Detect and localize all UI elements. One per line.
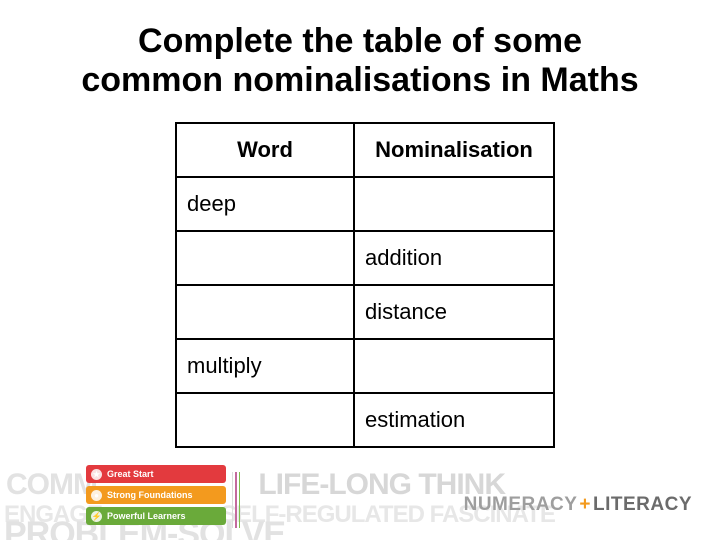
pill-strong-foundations: ● Strong Foundations — [86, 486, 226, 504]
brand-right: LITERACY — [593, 494, 692, 515]
cell-word — [176, 285, 354, 339]
table-row: addition — [176, 231, 554, 285]
cell-nom: distance — [354, 285, 554, 339]
header-word: Word — [176, 123, 354, 177]
header-nominalisation: Nominalisation — [354, 123, 554, 177]
cell-word — [176, 393, 354, 447]
cell-nom: estimation — [354, 393, 554, 447]
plus-icon: + — [577, 494, 593, 515]
vertical-bars-icon — [232, 472, 242, 528]
pill-great-start: ★ Great Start — [86, 465, 226, 483]
pill-label: Great Start — [107, 469, 154, 479]
cell-word: deep — [176, 177, 354, 231]
table-header-row: Word Nominalisation — [176, 123, 554, 177]
footer: COMM LIFE-LONG THINK ENGAGE SELF-REGULAT… — [0, 462, 720, 540]
cell-nom: addition — [354, 231, 554, 285]
slide: Complete the table of some common nomina… — [0, 0, 720, 540]
table-row: estimation — [176, 393, 554, 447]
circle-icon: ● — [91, 490, 102, 501]
bgword: COMM — [6, 468, 97, 501]
brand-left: NUMERACY — [464, 494, 578, 515]
cell-word — [176, 231, 354, 285]
pill-stack: ★ Great Start ● Strong Foundations ⚡ Pow… — [86, 465, 226, 528]
star-icon: ★ — [91, 469, 102, 480]
bolt-icon: ⚡ — [91, 511, 102, 522]
table-row: multiply — [176, 339, 554, 393]
cell-word: multiply — [176, 339, 354, 393]
pill-label: Powerful Learners — [107, 511, 186, 521]
table-row: distance — [176, 285, 554, 339]
slide-title: Complete the table of some common nomina… — [70, 22, 650, 100]
pill-powerful-learners: ⚡ Powerful Learners — [86, 507, 226, 525]
brand-numeracy-literacy: NUMERACY+LITERACY — [464, 494, 692, 516]
cell-nom — [354, 177, 554, 231]
cell-nom — [354, 339, 554, 393]
nominalisation-table: Word Nominalisation deep addition distan… — [175, 122, 555, 448]
table-row: deep — [176, 177, 554, 231]
pill-label: Strong Foundations — [107, 490, 193, 500]
